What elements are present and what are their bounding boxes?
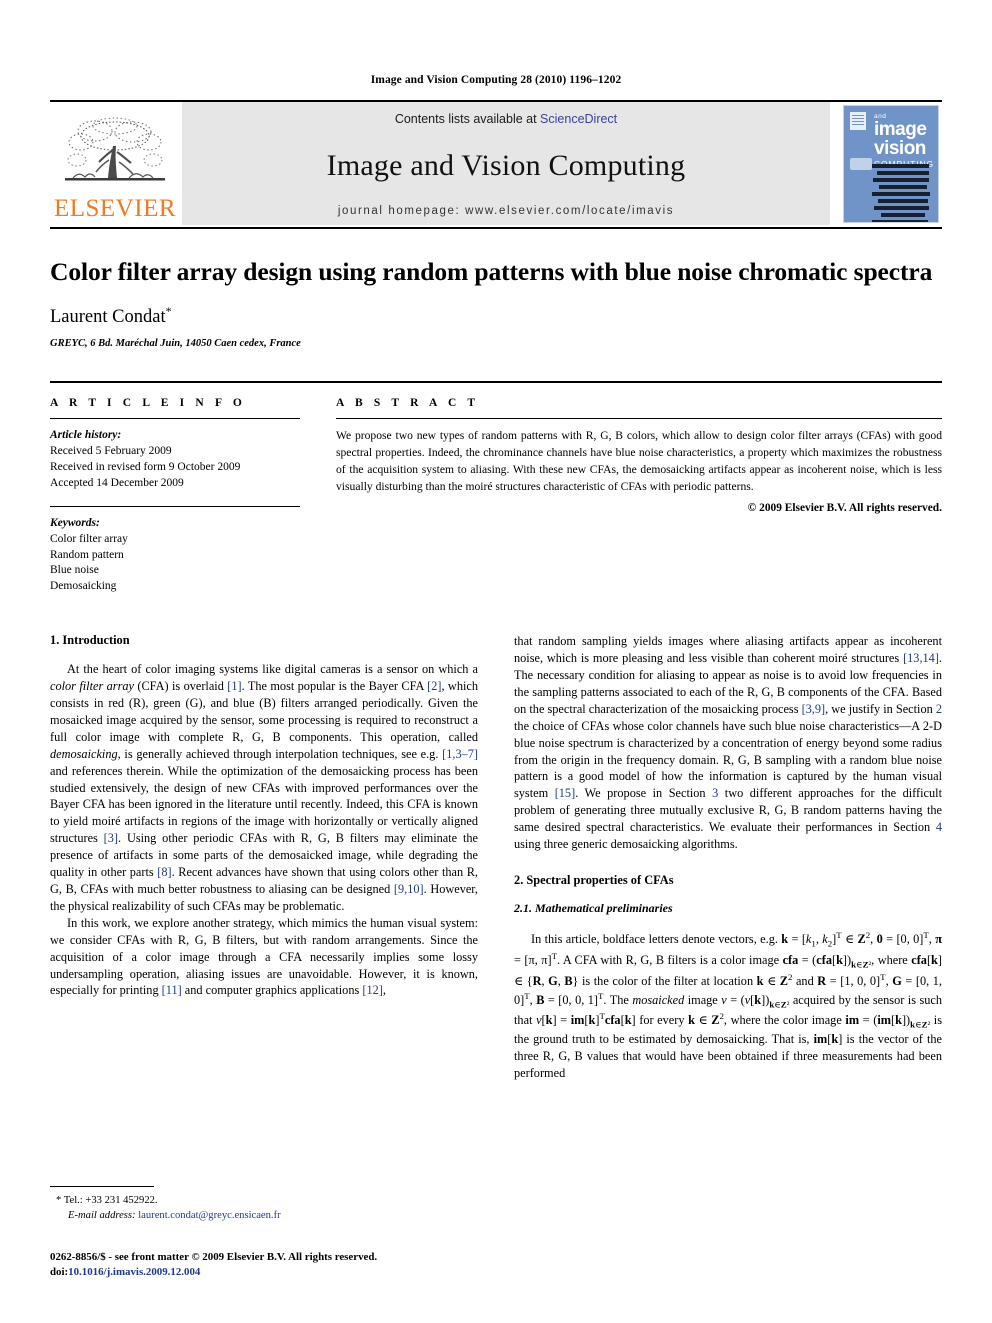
text-run: that random sampling yields images where… (514, 634, 942, 666)
author-footnote-marker[interactable]: * (166, 304, 172, 318)
journal-cover-thumbnail: and image vision COMPUTING (840, 102, 942, 225)
cover-wave-graphic (872, 163, 934, 222)
footnote-rule (50, 1186, 154, 1187)
footnote-email: E-mail address: laurent.condat@greyc.ens… (50, 1208, 478, 1223)
section-heading-introduction: 1. Introduction (50, 633, 130, 648)
contents-prefix: Contents lists available at (394, 112, 541, 126)
text-emphasis: color filter array (50, 679, 134, 694)
citation-link[interactable]: [1] (227, 679, 241, 693)
footnote-tel-text: Tel.: +33 231 452922. (63, 1195, 158, 1206)
cover-image: and image vision COMPUTING (843, 104, 939, 223)
cover-line-vision: vision (874, 138, 926, 159)
text-run: , we justify in Section (825, 701, 936, 716)
copyright-line: © 2009 Elsevier B.V. All rights reserved… (747, 502, 942, 515)
elsevier-wordmark: ELSEVIER (53, 195, 177, 222)
doi-link[interactable]: 10.1016/j.imavis.2009.12.004 (68, 1266, 200, 1278)
body-columns: 1. Introduction At the heart of color im… (50, 633, 942, 1081)
info-abstract-area: A R T I C L E I N F O Article history: R… (50, 381, 942, 595)
text-run: and computer graphics applications (181, 983, 363, 998)
issn-copyright-block: 0262-8856/$ - see front matter © 2009 El… (50, 1250, 570, 1281)
citation-link[interactable]: [15] (555, 786, 576, 800)
article-info-column: A R T I C L E I N F O Article history: R… (50, 397, 318, 595)
citation-link[interactable]: [12] (362, 983, 383, 997)
section-ref-link[interactable]: 4 (936, 820, 942, 834)
citation-link[interactable]: [3] (104, 831, 118, 845)
text-run: using three generic demosaicking algorit… (514, 837, 738, 852)
subsection-heading-math-preliminaries: 2.1. Mathematical preliminaries (514, 900, 673, 915)
text-run: . The most popular is the Bayer CFA (241, 679, 428, 694)
footnote-email-label: E-mail address: (68, 1210, 136, 1222)
info-divider (50, 418, 300, 420)
keywords-divider (50, 505, 300, 507)
paragraph-math-preliminaries: In this article, boldface letters denote… (514, 929, 942, 1082)
footnote-email-link[interactable]: laurent.condat@greyc.ensicaen.fr (138, 1210, 280, 1221)
paragraph-intro-2-part-left: In this work, we explore another strateg… (50, 915, 478, 1000)
paragraph-intro-1: At the heart of color imaging systems li… (50, 661, 478, 915)
article-history-label: Article history: (50, 429, 122, 442)
cover-sciencedirect-badge-icon (850, 157, 872, 170)
author-line: Laurent Condat* (50, 304, 942, 328)
section-ref-link[interactable]: 2 (936, 702, 942, 716)
page-title: Color filter array design using random p… (50, 257, 933, 286)
text-run: At the heart of color imaging systems li… (67, 662, 478, 677)
text-run: = [k1, k2]T ∈ Z2, 0 = [0, 0]T, π = [π, π… (514, 929, 943, 1080)
abstract-column: A B S T R A C T We propose two new types… (318, 397, 942, 595)
journal-homepage-link[interactable]: journal homepage: www.elsevier.com/locat… (338, 205, 674, 217)
masthead-bottom-rule (50, 227, 942, 229)
citation-link[interactable]: [2] (427, 679, 441, 693)
running-head: Image and Vision Computing 28 (2010) 119… (370, 74, 622, 86)
citation-link[interactable]: [9,10] (394, 882, 424, 896)
journal-masthead: ELSEVIER Contents lists available at Sci… (50, 100, 942, 225)
keyword-item: Color filter array (50, 532, 128, 545)
keyword-item: Demosaicking (50, 580, 117, 593)
body-column-right: that random sampling yields images where… (514, 633, 942, 1081)
citation-link[interactable]: [13,14] (903, 651, 939, 665)
elsevier-logo: ELSEVIER (50, 102, 180, 225)
paper-page: Image and Vision Computing 28 (2010) 119… (0, 0, 992, 1323)
body-column-left: 1. Introduction At the heart of color im… (50, 633, 478, 1081)
section-heading-spectral: 2. Spectral properties of CFAs (514, 872, 674, 887)
text-run: , is generally achieved through interpol… (117, 746, 443, 761)
article-info-heading: A R T I C L E I N F O (50, 397, 246, 410)
author-name: Laurent Condat (50, 307, 166, 328)
citation-link[interactable]: [11] (162, 983, 182, 997)
contents-available-line: Contents lists available at ScienceDirec… (395, 112, 617, 126)
paragraph-intro-2-part-right: that random sampling yields images where… (514, 633, 942, 853)
issn-line: 0262-8856/$ - see front matter © 2009 El… (50, 1251, 378, 1263)
footnote-marker: * (56, 1195, 62, 1206)
text-run: , (382, 983, 386, 998)
sciencedirect-link[interactable]: ScienceDirect (540, 112, 617, 126)
article-history-item: Accepted 14 December 2009 (50, 477, 184, 490)
text-run: . We propose in Section (575, 786, 713, 801)
article-history-item: Received in revised form 9 October 2009 (50, 461, 241, 474)
journal-banner: Contents lists available at ScienceDirec… (182, 102, 830, 225)
text-run: (CFA) is overlaid (133, 679, 228, 694)
citation-link[interactable]: [8] (157, 865, 171, 879)
journal-title: Image and Vision Computing (326, 148, 686, 182)
abstract-divider (336, 418, 942, 420)
doi-label: doi: (50, 1266, 69, 1279)
cover-title-group: and image vision COMPUTING (874, 113, 934, 169)
keyword-item: Random pattern (50, 548, 124, 561)
text-emphasis: demosaicking (50, 746, 118, 761)
citation-link[interactable]: [1,3–7] (442, 747, 478, 761)
abstract-heading: A B S T R A C T (336, 397, 480, 410)
footnote-block: * Tel.: +33 231 452922. E-mail address: … (50, 1186, 478, 1223)
citation-link[interactable]: [3,9] (802, 702, 826, 716)
footnote-tel: * Tel.: +33 231 452922. (50, 1193, 478, 1208)
cover-line-image: image (874, 119, 927, 140)
doi-line: doi:10.1016/j.imavis.2009.12.004 (50, 1265, 570, 1280)
abstract-text: We propose two new types of random patte… (336, 429, 942, 494)
article-history-item: Received 5 February 2009 (50, 445, 172, 458)
keywords-label: Keywords: (50, 516, 100, 529)
cover-elsevier-badge-icon (850, 111, 866, 130)
keyword-item: Blue noise (50, 564, 99, 577)
text-run: In this article, boldface letters denote… (531, 932, 782, 947)
affiliation: GREYC, 6 Bd. Maréchal Juin, 14050 Caen c… (50, 338, 301, 350)
elsevier-tree-icon (65, 117, 165, 181)
